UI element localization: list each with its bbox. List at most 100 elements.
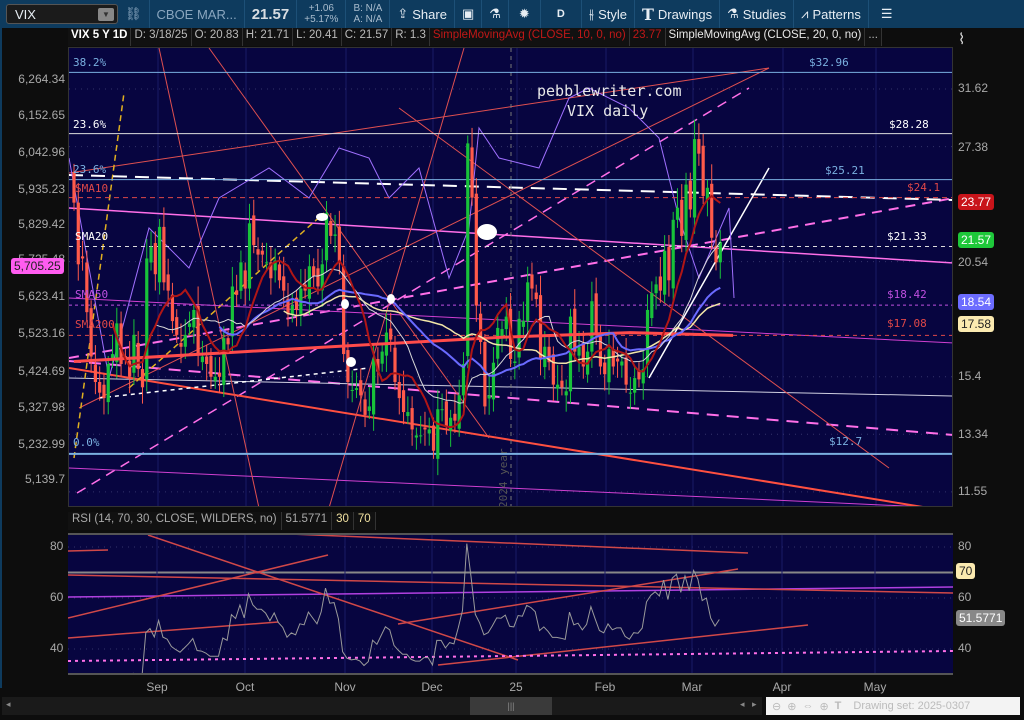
drawings-button[interactable]: T Drawings xyxy=(635,0,721,28)
candle-body xyxy=(684,184,688,240)
trendline[interactable] xyxy=(68,621,279,639)
candle-body xyxy=(624,357,628,385)
chevron-down-icon[interactable]: ▼ xyxy=(98,7,114,21)
share-button[interactable]: ⇪ Share xyxy=(390,0,455,28)
text-icon[interactable]: T xyxy=(835,700,842,712)
change-pct: +5.17% xyxy=(304,13,339,25)
candle-body xyxy=(213,376,217,381)
settings-button[interactable]: ✹ xyxy=(509,0,541,28)
right-axis-label: 15.4 xyxy=(958,369,982,383)
aggregation-button[interactable]: D xyxy=(541,0,582,28)
more-studies[interactable]: ... xyxy=(865,28,882,46)
candle-body xyxy=(235,290,239,295)
link-icon[interactable]: ⛓ xyxy=(118,0,150,28)
chart-title: VIX 5 Y 1D xyxy=(68,28,132,46)
gear-icon: ✹ xyxy=(518,6,530,21)
header-close: C: 21.57 xyxy=(342,28,393,46)
candle-body xyxy=(675,207,680,220)
candle-body xyxy=(423,427,427,430)
candle-body xyxy=(333,234,337,236)
candle-body xyxy=(89,308,93,357)
candle-body xyxy=(162,226,166,283)
candle-body xyxy=(406,412,410,417)
pan-icon[interactable]: ⇔ xyxy=(802,700,813,712)
zoom-out-icon[interactable]: ⊖ xyxy=(772,700,781,713)
rsi-overbought: 70 xyxy=(354,512,376,530)
marker-dot xyxy=(341,299,349,309)
candle-body xyxy=(175,317,179,335)
header-low: L: 20.41 xyxy=(293,28,342,46)
style-button[interactable]: ⫳ Style xyxy=(582,0,635,28)
menu-button[interactable]: ☰ xyxy=(869,0,905,28)
candle-body xyxy=(401,390,406,413)
trendline[interactable] xyxy=(69,360,953,436)
candle-body xyxy=(354,388,359,390)
trendline[interactable] xyxy=(73,92,125,459)
rsi-study-label[interactable]: RSI (14, 70, 30, CLOSE, WILDERS, no) xyxy=(68,512,282,530)
sma10-study-label[interactable]: SimpleMovingAvg (CLOSE, 10, 0, no) xyxy=(430,28,630,46)
right-axis-label: 13.34 xyxy=(958,427,989,441)
candle-body xyxy=(466,143,470,357)
scrollbar-thumb[interactable]: ||| xyxy=(470,697,552,715)
month-label: Apr xyxy=(772,680,792,694)
candle-body xyxy=(491,362,496,400)
trendline[interactable] xyxy=(68,554,329,619)
candle-body xyxy=(590,301,594,352)
chart-tools: ⊖ ⊕ ⇔ ⊕ T Drawing set: 2025-0307 xyxy=(766,697,1020,715)
alert-button[interactable]: ▣ xyxy=(455,0,483,28)
candle-body xyxy=(350,389,354,391)
crosshair-icon[interactable]: ⊕ xyxy=(819,700,828,713)
rsi-axis-label: 40 xyxy=(958,641,972,655)
candle-body xyxy=(367,406,371,411)
left-axis-label: 5,139.7 xyxy=(24,472,65,486)
style-label: Style xyxy=(598,6,627,22)
toolbar: VIX ▼ ⛓ CBOE MAR... 21.57 +1.06 +5.17% B: … xyxy=(0,0,1024,28)
scroll-left-icon[interactable]: ◂ xyxy=(6,699,11,710)
studies-button[interactable]: ⚗ Studies xyxy=(720,0,795,28)
candle-body xyxy=(363,399,367,415)
candle-body xyxy=(312,266,316,277)
marker-dot xyxy=(346,357,356,367)
rsi-axis-label: 60 xyxy=(958,590,972,604)
drawing-set-label[interactable]: Drawing set: 2025-0307 xyxy=(853,700,970,712)
symbol-input[interactable]: VIX ▼ xyxy=(6,4,118,24)
candle-body xyxy=(496,327,500,359)
sma20-study-label[interactable]: SimpleMovingAvg (CLOSE, 20, 0, no) xyxy=(666,28,866,46)
patterns-button[interactable]: ⩘ Patterns xyxy=(794,0,869,28)
bid-ask: B: N/A A: N/A xyxy=(346,0,391,28)
candle-body xyxy=(93,364,97,382)
patterns-label: Patterns xyxy=(812,6,861,22)
horizontal-scrollbar[interactable]: ◂ ||| ◂ ▸ xyxy=(2,697,762,715)
candle-body xyxy=(487,395,491,399)
candle-body xyxy=(688,180,692,210)
candle-body xyxy=(538,295,543,359)
candle-body xyxy=(444,401,448,427)
month-label: May xyxy=(863,680,887,694)
zoom-in-icon[interactable]: ⊕ xyxy=(787,700,796,713)
candle-body xyxy=(667,246,671,281)
candle-body xyxy=(594,293,598,333)
candle-body xyxy=(530,274,534,289)
rsi-axis-label: 80 xyxy=(958,539,972,553)
symbol-description: CBOE MAR... xyxy=(150,0,245,28)
price-chart[interactable]: pebblewriter.com VIX daily 2024 year 38.… xyxy=(68,47,953,507)
compare-icon[interactable]: ⌇ xyxy=(958,30,965,48)
sma50-price-tag: 18.54 xyxy=(958,294,995,310)
candle-body xyxy=(316,268,320,287)
candle-body xyxy=(453,413,457,421)
marker-dot xyxy=(477,224,497,240)
trendline[interactable] xyxy=(78,67,770,409)
candle-body xyxy=(290,305,294,315)
scroll-left-icon[interactable]: ◂ xyxy=(740,699,745,710)
right-axis-label: 11.55 xyxy=(958,484,988,498)
candle-body xyxy=(260,250,264,255)
flask-button[interactable]: ⚗ xyxy=(482,0,509,28)
candle-body xyxy=(650,293,654,319)
candle-body xyxy=(200,356,204,363)
scroll-right-icon[interactable]: ▸ xyxy=(752,699,757,710)
candle-body xyxy=(449,417,453,431)
candle-body xyxy=(577,346,581,356)
candle-body xyxy=(697,139,701,154)
candle-body xyxy=(136,342,140,370)
sma50-label: SMA50 xyxy=(75,288,108,301)
